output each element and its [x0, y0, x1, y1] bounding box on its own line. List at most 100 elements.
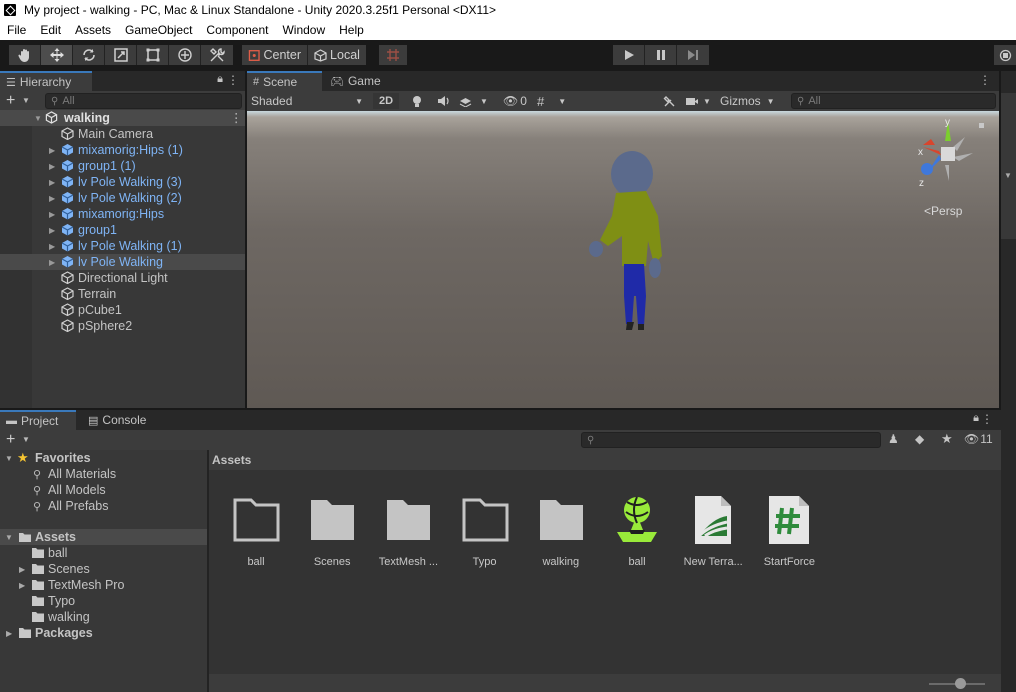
menu-file[interactable]: File: [0, 23, 33, 37]
asset-folder-item[interactable]: ▶ TextMesh Pro: [0, 577, 207, 593]
asset-tile[interactable]: ball: [602, 482, 672, 568]
menu-help[interactable]: Help: [332, 23, 371, 37]
asset-tile[interactable]: StartForce: [754, 482, 824, 568]
pivot-center-toggle[interactable]: Center: [242, 45, 308, 65]
tab-project[interactable]: ▬ Project: [0, 410, 76, 430]
hierarchy-item[interactable]: ▶ lv Pole Walking: [0, 254, 245, 270]
play-button[interactable]: [613, 45, 645, 65]
collapsed-arrow-icon[interactable]: ▶: [49, 226, 55, 235]
tab-console[interactable]: ▤ Console: [82, 410, 160, 430]
scene-header-row[interactable]: ▼ walking ⋮: [0, 110, 245, 126]
menu-component[interactable]: Component: [199, 23, 275, 37]
asset-folder-item[interactable]: ▶ Scenes: [0, 561, 207, 577]
scene-search-input[interactable]: ⚲ All: [791, 93, 996, 109]
gizmos-dropdown[interactable]: Gizmos ▼: [717, 93, 785, 109]
create-plus-icon[interactable]: +: [6, 92, 15, 110]
menu-edit[interactable]: Edit: [33, 23, 68, 37]
breadcrumb[interactable]: Assets: [212, 453, 251, 467]
create-plus-icon[interactable]: +: [6, 431, 15, 449]
custom-tool-button[interactable]: [201, 45, 233, 65]
tools-toggle[interactable]: [659, 93, 679, 109]
move-tool-button[interactable]: [41, 45, 73, 65]
favorite-item[interactable]: ⚲ All Models: [0, 482, 207, 498]
asset-folder-item[interactable]: Typo: [0, 593, 207, 609]
hierarchy-item[interactable]: ▶ lv Pole Walking (1): [0, 238, 245, 254]
favorite-star-icon[interactable]: ★: [941, 431, 953, 447]
collapsed-arrow-icon[interactable]: ▶: [49, 146, 55, 155]
collapsed-arrow-icon[interactable]: ▶: [49, 242, 55, 251]
hierarchy-item[interactable]: Terrain: [0, 286, 245, 302]
hierarchy-item[interactable]: pCube1: [0, 302, 245, 318]
hidden-packages-toggle[interactable]: 👁︎ 11: [964, 432, 993, 446]
collapsed-arrow-icon[interactable]: ▶: [49, 178, 55, 187]
scene-kebab-icon[interactable]: ⋮: [230, 110, 243, 125]
hidden-objects-toggle[interactable]: 👁︎ 0: [503, 93, 533, 109]
projection-toggle[interactable]: <Persp: [924, 204, 962, 218]
pause-button[interactable]: [645, 45, 677, 65]
shading-mode-dropdown[interactable]: Shaded ▼: [251, 93, 367, 109]
menu-gameobject[interactable]: GameObject: [118, 23, 199, 37]
collapsed-arrow-icon[interactable]: ▶: [19, 581, 25, 590]
collab-button[interactable]: [994, 45, 1016, 65]
hand-tool-button[interactable]: [9, 45, 41, 65]
lock-icon[interactable]: 🔒︎: [973, 412, 979, 425]
favorites-header[interactable]: ▼ ★ Favorites: [0, 450, 207, 466]
effects-dropdown[interactable]: ▼: [459, 93, 491, 109]
transform-tool-button[interactable]: [169, 45, 201, 65]
audio-toggle[interactable]: [433, 93, 453, 109]
asset-tile[interactable]: walking: [526, 482, 596, 568]
search-by-label-icon[interactable]: ◆: [915, 432, 924, 446]
hierarchy-item[interactable]: Main Camera: [0, 126, 245, 142]
hierarchy-item[interactable]: ▶ mixamorig:Hips: [0, 206, 245, 222]
collapse-arrow-icon[interactable]: ▼: [1004, 171, 1012, 180]
asset-folder-item[interactable]: walking: [0, 609, 207, 625]
asset-tile[interactable]: TextMesh ...: [373, 482, 443, 568]
collapsed-arrow-icon[interactable]: ▶: [49, 162, 55, 171]
asset-tile[interactable]: Scenes: [297, 482, 367, 568]
asset-tile[interactable]: Typo: [450, 482, 520, 568]
create-dropdown-icon[interactable]: ▼: [22, 435, 30, 444]
grid-visibility-dropdown[interactable]: # ▼: [537, 93, 573, 109]
hierarchy-search-input[interactable]: ⚲ All: [45, 93, 242, 109]
hierarchy-item[interactable]: ▶ group1 (1): [0, 158, 245, 174]
grid-snapping-button[interactable]: [379, 45, 407, 65]
2d-toggle-button[interactable]: 2D: [373, 93, 399, 109]
hierarchy-item[interactable]: Directional Light: [0, 270, 245, 286]
favorite-item[interactable]: ⚲ All Prefabs: [0, 498, 207, 514]
tab-game[interactable]: 🎮︎ Game: [324, 71, 394, 91]
tab-hierarchy[interactable]: ☰ Hierarchy: [0, 71, 92, 91]
hierarchy-item[interactable]: pSphere2: [0, 318, 245, 334]
step-button[interactable]: [677, 45, 709, 65]
asset-tile[interactable]: ball: [221, 482, 291, 568]
camera-dropdown[interactable]: ▼: [685, 93, 715, 109]
pivot-space-toggle[interactable]: Local: [308, 45, 366, 65]
hierarchy-item[interactable]: ▶ mixamorig:Hips (1): [0, 142, 245, 158]
collapsed-arrow-icon[interactable]: ▶: [49, 194, 55, 203]
asset-folder-item[interactable]: ball: [0, 545, 207, 561]
collapsed-arrow-icon[interactable]: ▶: [49, 258, 55, 267]
assets-header[interactable]: ▼ Assets: [0, 529, 207, 545]
scale-tool-button[interactable]: [105, 45, 137, 65]
hierarchy-item[interactable]: ▶ group1: [0, 222, 245, 238]
asset-tile[interactable]: New Terra...: [678, 482, 748, 568]
search-by-type-icon[interactable]: ♟: [888, 432, 899, 446]
zoom-slider-handle[interactable]: [955, 678, 966, 689]
collapsed-arrow-icon[interactable]: ▶: [19, 565, 25, 574]
menu-window[interactable]: Window: [275, 23, 332, 37]
rect-tool-button[interactable]: [137, 45, 169, 65]
tab-scene[interactable]: # Scene: [247, 71, 322, 91]
walking-character-model[interactable]: [582, 146, 672, 331]
favorite-item[interactable]: ⚲ All Materials: [0, 466, 207, 482]
orientation-gizmo[interactable]: [915, 117, 985, 197]
kebab-menu-icon[interactable]: ⋮: [227, 73, 239, 87]
hierarchy-item[interactable]: ▶ lv Pole Walking (2): [0, 190, 245, 206]
scene-viewport[interactable]: x y z <Persp: [247, 111, 999, 408]
project-kebab-icon[interactable]: ⋮: [981, 412, 993, 426]
lock-icon[interactable]: 🔒︎: [217, 73, 223, 86]
project-search-input[interactable]: ⚲: [581, 432, 881, 448]
scene-kebab-menu-icon[interactable]: ⋮: [979, 73, 991, 87]
packages-header[interactable]: ▶ Packages: [0, 625, 207, 641]
menu-assets[interactable]: Assets: [68, 23, 118, 37]
create-dropdown-icon[interactable]: ▼: [22, 96, 30, 105]
lighting-toggle[interactable]: [407, 93, 427, 109]
